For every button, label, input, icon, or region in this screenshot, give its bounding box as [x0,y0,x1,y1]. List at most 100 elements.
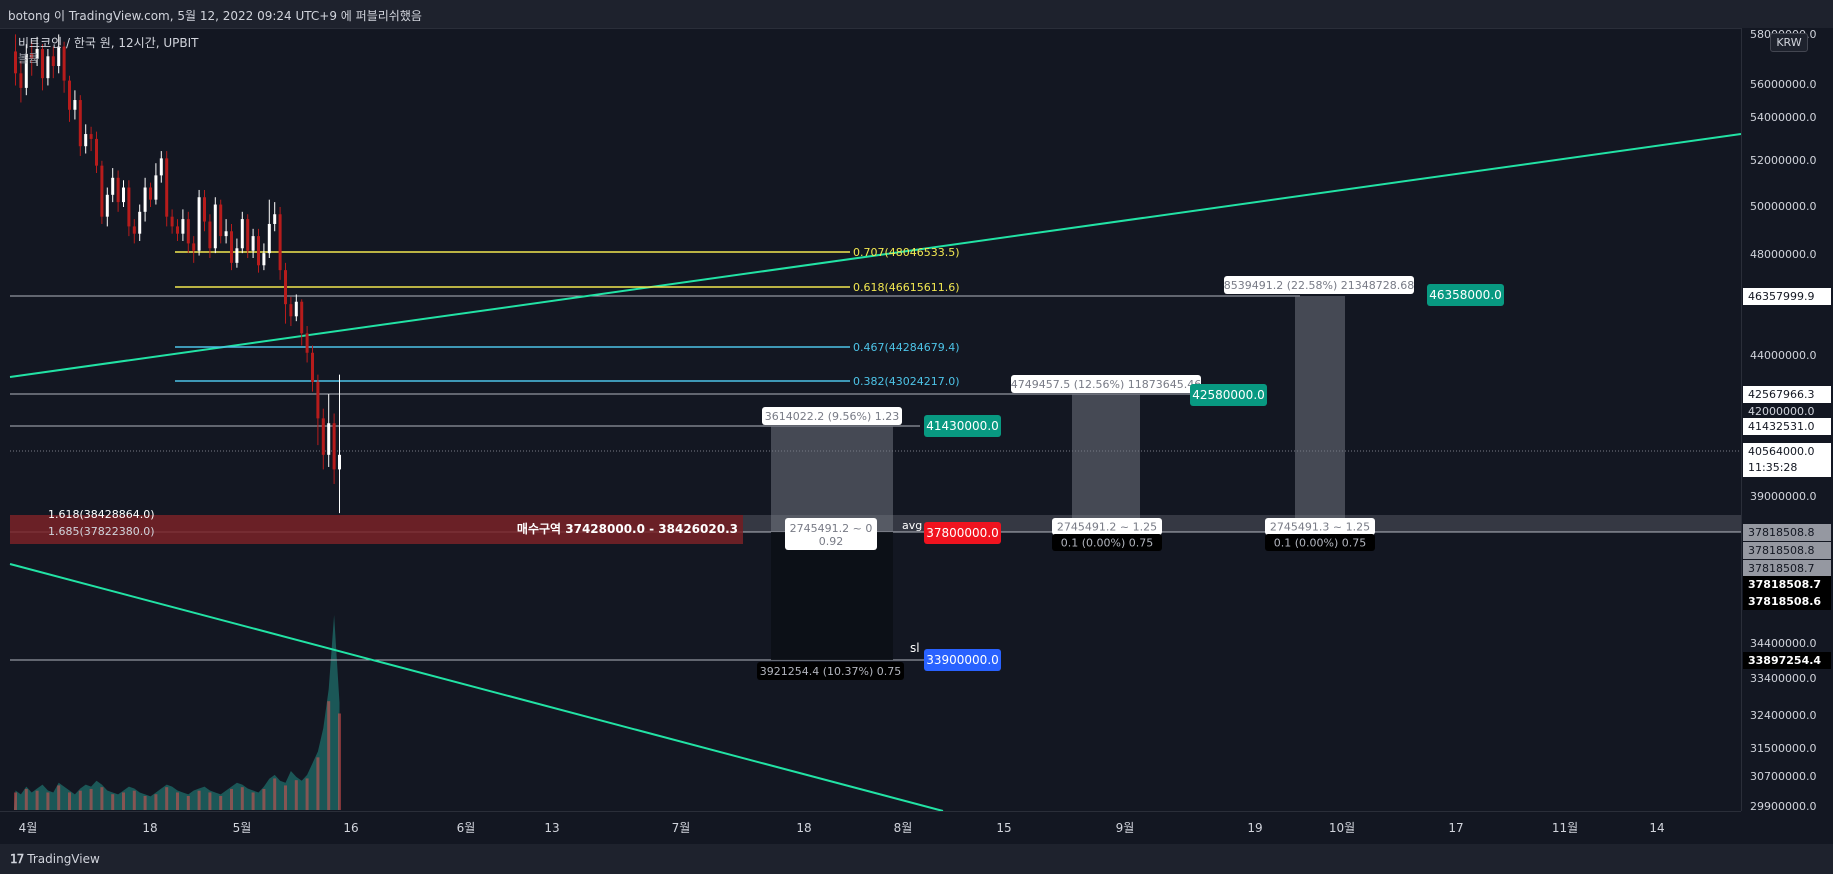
volume-bar [240,787,244,810]
candle-body [122,187,125,203]
candle-body [51,56,55,67]
volume-bar [316,757,320,810]
candle-body [46,56,50,79]
time-tick: 18 [796,821,811,835]
currency-button[interactable]: KRW [1770,33,1808,52]
volume-bar [35,790,39,810]
candle-body [41,49,44,79]
time-tick: 18 [142,821,157,835]
candle-body [181,219,185,234]
candle-body [305,333,309,353]
volume-layer [14,615,341,810]
position-mid-label: 2745491.3 ~ 1.25 [1270,521,1370,534]
brand-label: TradingView [27,852,100,866]
candle-body [116,177,120,203]
price-tick: 56000000.0 [1750,78,1816,91]
candle-body [327,423,331,455]
time-tick: 6월 [457,821,476,835]
volume-bar [111,794,115,810]
candle-body [267,223,271,254]
fib-level-label: 0.382(43024217.0) [853,375,960,388]
price-label: 40564000.0 [1748,445,1814,458]
tradingview-logo-icon: 𝟣𝟩 [10,852,24,866]
volume-bar [132,790,136,810]
time-tick: 5월 [233,821,252,835]
candle-body [219,204,223,237]
candle-body [224,231,228,237]
price-label: 37818508.7 [1748,562,1814,575]
position-profit-zone [1295,296,1345,532]
time-axis[interactable]: 4월 18 5월 16 6월 13 7월 18 8월 15 9월 19 10월 17 11월 14 [0,811,1741,845]
price-label: 42000000.0 [1748,405,1814,418]
time-tick: 17 [1448,821,1463,835]
candle-body [95,138,98,166]
fib-extension-label: 1.685(37822380.0) [48,525,155,538]
time-tick: 13 [544,821,559,835]
candle-body [240,219,244,249]
price-label: 46357999.9 [1748,290,1814,303]
price-tick: 54000000.0 [1750,111,1816,124]
volume-bar [338,713,341,810]
price-tick: 50000000.0 [1750,200,1816,213]
candle-body [127,187,131,227]
position-mid-text2: 0.92 [819,535,844,548]
price-tick: 39000000.0 [1750,490,1816,503]
volume-bar [154,794,158,810]
price-label: 41432531.0 [1748,420,1814,433]
order-label-tp3: 46358000.0 [1429,288,1502,302]
volume-bar [165,787,169,810]
position-profit-zone [771,426,893,532]
candle-body [165,158,169,217]
price-scale[interactable]: 58000000.056000000.054000000.052000000.0… [1741,28,1833,813]
candle-body [170,216,174,227]
volume-bar [305,778,309,810]
candle-body [257,236,260,266]
candle-body [111,177,115,195]
order-label-tp2: 42580000.0 [1192,388,1265,402]
time-tick: 19 [1247,821,1262,835]
publish-header: botong 이 TradingView.com, 5월 12, 2022 09… [0,0,1833,29]
price-label: 37818508.8 [1748,544,1814,557]
price-label: 37818508.7 [1748,578,1821,591]
candle-body [294,301,298,317]
position-mid-label: 2745491.2 ~ 1.25 [1057,521,1157,534]
candle-body [149,187,152,200]
volume-bar [14,792,17,810]
candle-body [289,304,293,317]
time-tick: 9월 [1116,821,1135,835]
candle-body [73,100,77,110]
volume-bar [176,792,179,810]
candle-body [300,301,304,334]
position-mid-text: 2745491.2 ~ 0 [790,522,873,535]
position-loss-label: 3921254.4 (10.37%) 0.75 [760,665,902,678]
order-label-tp1: 41430000.0 [926,419,999,433]
volume-bar [273,778,277,810]
candle-body [311,352,314,382]
chart-pane[interactable]: 0.707(48046533.5) 0.618(46615611.6) 0.467(… [0,28,1742,812]
volume-bar [57,785,61,810]
avg-tag: avg [902,519,922,532]
position-loss-label: 0.1 (0.00%) 0.75 [1274,537,1367,550]
candle-body [246,219,250,251]
candle-body [154,175,158,200]
time-axis-svg[interactable]: 4월 18 5월 16 6월 13 7월 18 8월 15 9월 19 10월 17 11월 14 [0,812,1741,845]
price-tick: 52000000.0 [1750,154,1816,167]
candle-body [251,236,255,251]
time-tick: 15 [996,821,1011,835]
volume-bar [122,792,125,810]
price-scale-svg[interactable]: 58000000.056000000.054000000.052000000.0… [1742,28,1833,813]
price-tick: 33400000.0 [1750,672,1816,685]
candle-body [132,226,136,234]
main-chart-svg[interactable]: 0.707(48046533.5) 0.618(46615611.6) 0.467(… [0,28,1742,812]
candle-body [100,165,104,217]
buy-zone-label: 매수구역 37428000.0 - 38426020.3 [517,521,738,536]
candle-body [105,194,109,217]
position-profit-label: 3614022.2 (9.56%) 1.23 [765,410,900,423]
price-label: 37818508.8 [1748,526,1814,539]
time-tick: 8월 [894,821,913,835]
price-tick: 30700000.0 [1750,770,1816,783]
volume-bar [284,785,287,810]
tradingview-brand[interactable]: 𝟣𝟩 TradingView [10,852,100,866]
volume-bar [208,792,212,810]
time-tick: 16 [343,821,358,835]
